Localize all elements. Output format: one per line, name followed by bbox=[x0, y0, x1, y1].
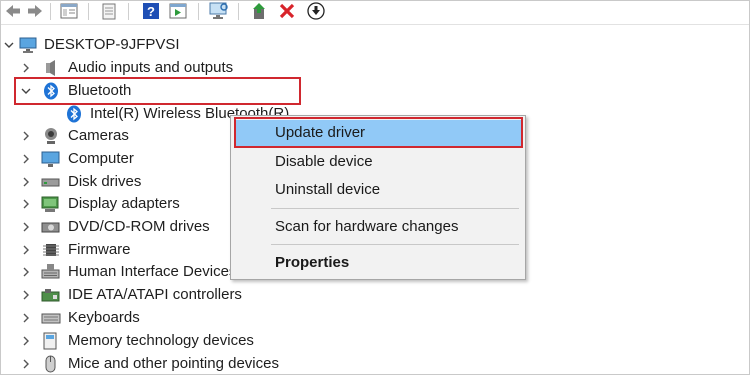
hid-icon bbox=[41, 264, 60, 279]
menu-separator bbox=[271, 244, 519, 245]
chevron-right-icon[interactable] bbox=[20, 312, 32, 324]
chevron-right-icon[interactable] bbox=[20, 335, 32, 347]
tree-root[interactable]: DESKTOP-9JFPVSI bbox=[0, 34, 750, 56]
menu-item-disable-device[interactable]: Disable device bbox=[235, 149, 521, 175]
toolbar-separator bbox=[128, 3, 129, 20]
tree-item-audio[interactable]: Audio inputs and outputs bbox=[0, 57, 750, 79]
camera-icon bbox=[45, 128, 57, 144]
display-adapter-icon bbox=[41, 196, 59, 212]
chevron-right-icon[interactable] bbox=[20, 176, 32, 188]
help-icon[interactable]: ? bbox=[140, 1, 162, 21]
device-properties-icon[interactable] bbox=[58, 1, 80, 21]
update-driver-highlight-box bbox=[234, 117, 523, 148]
tree-item-label: Display adapters bbox=[68, 195, 180, 212]
bluetooth-icon bbox=[67, 105, 81, 123]
mouse-icon bbox=[45, 355, 56, 373]
memory-icon bbox=[43, 332, 57, 350]
uninstall-x-icon[interactable] bbox=[276, 1, 298, 21]
tree-item-mice[interactable]: Mice and other pointing devices bbox=[0, 353, 750, 375]
tree-item-label: Human Interface Devices bbox=[68, 263, 237, 280]
svg-text:?: ? bbox=[147, 4, 155, 19]
tree-item-label: Memory technology devices bbox=[68, 332, 254, 349]
tree-item-label: Disk drives bbox=[68, 173, 142, 190]
scan-monitor-icon[interactable] bbox=[208, 1, 230, 21]
menu-item-label: Disable device bbox=[275, 153, 373, 170]
toolbar-separator bbox=[198, 3, 199, 20]
tree-item-label: IDE ATA/ATAPI controllers bbox=[68, 286, 242, 303]
tree-item-label: Firmware bbox=[68, 241, 131, 258]
chevron-right-icon[interactable] bbox=[20, 244, 32, 256]
menu-item-uninstall-device[interactable]: Uninstall device bbox=[235, 177, 521, 203]
chevron-right-icon[interactable] bbox=[20, 130, 32, 142]
chevron-right-icon[interactable] bbox=[20, 153, 32, 165]
back-arrow-icon[interactable] bbox=[2, 1, 24, 21]
computer-icon bbox=[19, 37, 37, 53]
menu-item-label: Properties bbox=[275, 254, 350, 271]
tree-item-label: Audio inputs and outputs bbox=[68, 59, 234, 76]
toolbar: ? bbox=[0, 0, 750, 25]
chevron-down-icon[interactable] bbox=[3, 39, 15, 51]
download-icon[interactable] bbox=[305, 1, 327, 21]
menu-item-label: Uninstall device bbox=[275, 181, 381, 198]
tree-item-label: DVD/CD-ROM drives bbox=[68, 218, 210, 235]
bluetooth-highlight-box bbox=[14, 77, 301, 105]
chevron-right-icon[interactable] bbox=[20, 221, 32, 233]
toolbar-separator bbox=[50, 3, 51, 20]
forward-arrow-icon[interactable] bbox=[24, 1, 46, 21]
run-icon[interactable] bbox=[167, 1, 189, 21]
device-list-icon[interactable] bbox=[98, 1, 120, 21]
keyboard-icon bbox=[41, 313, 61, 324]
tree-item-label: Cameras bbox=[68, 127, 129, 144]
dvd-drive-icon bbox=[41, 222, 60, 233]
tree-item-label: Keyboards bbox=[68, 309, 140, 326]
toolbar-separator bbox=[88, 3, 89, 20]
chevron-right-icon[interactable] bbox=[20, 289, 32, 301]
ide-controller-icon bbox=[41, 289, 60, 302]
chevron-right-icon[interactable] bbox=[20, 62, 32, 74]
tree-item-memory[interactable]: Memory technology devices bbox=[0, 330, 750, 352]
menu-item-label: Scan for hardware changes bbox=[275, 218, 459, 235]
firmware-icon bbox=[43, 244, 59, 256]
tree-item-keyboards[interactable]: Keyboards bbox=[0, 307, 750, 329]
speaker-icon bbox=[46, 60, 55, 76]
menu-item-scan-hardware[interactable]: Scan for hardware changes bbox=[235, 214, 521, 240]
menu-item-properties[interactable]: Properties bbox=[235, 250, 521, 276]
toolbar-separator bbox=[238, 3, 239, 20]
computer-icon bbox=[41, 151, 60, 167]
chevron-right-icon[interactable] bbox=[20, 198, 32, 210]
tree-item-ide-controllers[interactable]: IDE ATA/ATAPI controllers bbox=[0, 284, 750, 306]
chevron-right-icon[interactable] bbox=[20, 358, 32, 370]
chevron-right-icon[interactable] bbox=[20, 266, 32, 278]
disk-drive-icon bbox=[41, 178, 60, 187]
tree-item-label: Mice and other pointing devices bbox=[68, 355, 279, 372]
update-driver-icon[interactable] bbox=[248, 1, 270, 21]
tree-item-label: Computer bbox=[68, 150, 134, 167]
menu-separator bbox=[271, 208, 519, 209]
tree-root-label: DESKTOP-9JFPVSI bbox=[44, 36, 180, 53]
